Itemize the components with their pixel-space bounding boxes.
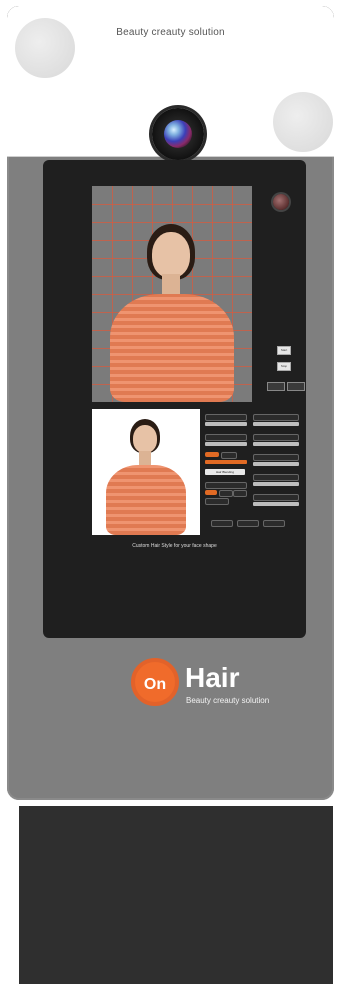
footer-button[interactable] xyxy=(237,520,259,527)
control-label xyxy=(205,434,247,441)
hair-blending-button[interactable]: Hair Blending xyxy=(205,469,245,475)
preview-photo[interactable] xyxy=(92,409,200,535)
person-figure xyxy=(92,186,252,402)
toggle-off[interactable] xyxy=(221,452,237,459)
control-label xyxy=(253,454,299,461)
logo-subtitle: Beauty creauty solution xyxy=(186,696,270,705)
control-label xyxy=(205,414,247,421)
kiosk-body: Beauty creauty solution Start Stop Hair … xyxy=(7,6,334,800)
logo-ring: On xyxy=(131,658,179,706)
option-button-left[interactable] xyxy=(267,382,285,391)
footer-button[interactable] xyxy=(263,520,285,527)
main-photo[interactable] xyxy=(92,186,252,402)
option-button-right[interactable] xyxy=(287,382,305,391)
option-orange[interactable] xyxy=(205,490,217,495)
kiosk-base xyxy=(19,806,333,984)
slider[interactable] xyxy=(253,462,299,466)
slider[interactable] xyxy=(205,442,247,446)
slider[interactable] xyxy=(205,422,247,426)
slider[interactable] xyxy=(253,442,299,446)
header-tagline: Beauty creauty solution xyxy=(116,27,225,38)
control-label xyxy=(253,414,299,421)
touch-screen[interactable]: Start Stop Hair Blending Custom Hair Sty… xyxy=(43,160,306,638)
option-grey[interactable] xyxy=(205,498,229,505)
speaker-right xyxy=(273,92,333,152)
screen-caption: Custom Hair Style for your face shape xyxy=(132,543,217,549)
slider[interactable] xyxy=(253,422,299,426)
slider[interactable] xyxy=(253,482,299,486)
control-label xyxy=(253,494,299,501)
person-figure xyxy=(92,409,200,535)
logo-word: Hair xyxy=(185,662,240,693)
slider[interactable] xyxy=(253,502,299,506)
control-panel: Hair Blending xyxy=(205,412,301,532)
logo-mark: On xyxy=(143,676,167,693)
footer-button[interactable] xyxy=(211,520,233,527)
camera-lens xyxy=(164,120,192,148)
control-label xyxy=(205,482,247,489)
record-button[interactable] xyxy=(273,194,289,210)
onhair-logo: On Hair Beauty creauty solution xyxy=(131,658,291,714)
toggle-on[interactable] xyxy=(205,452,219,457)
stop-button[interactable]: Stop xyxy=(277,362,291,371)
option-grey[interactable] xyxy=(219,490,233,497)
control-label xyxy=(253,474,299,481)
option-grey[interactable] xyxy=(233,490,247,497)
control-label xyxy=(253,434,299,441)
color-strip[interactable] xyxy=(205,460,247,464)
camera-icon xyxy=(152,108,204,160)
start-button[interactable]: Start xyxy=(277,346,291,355)
